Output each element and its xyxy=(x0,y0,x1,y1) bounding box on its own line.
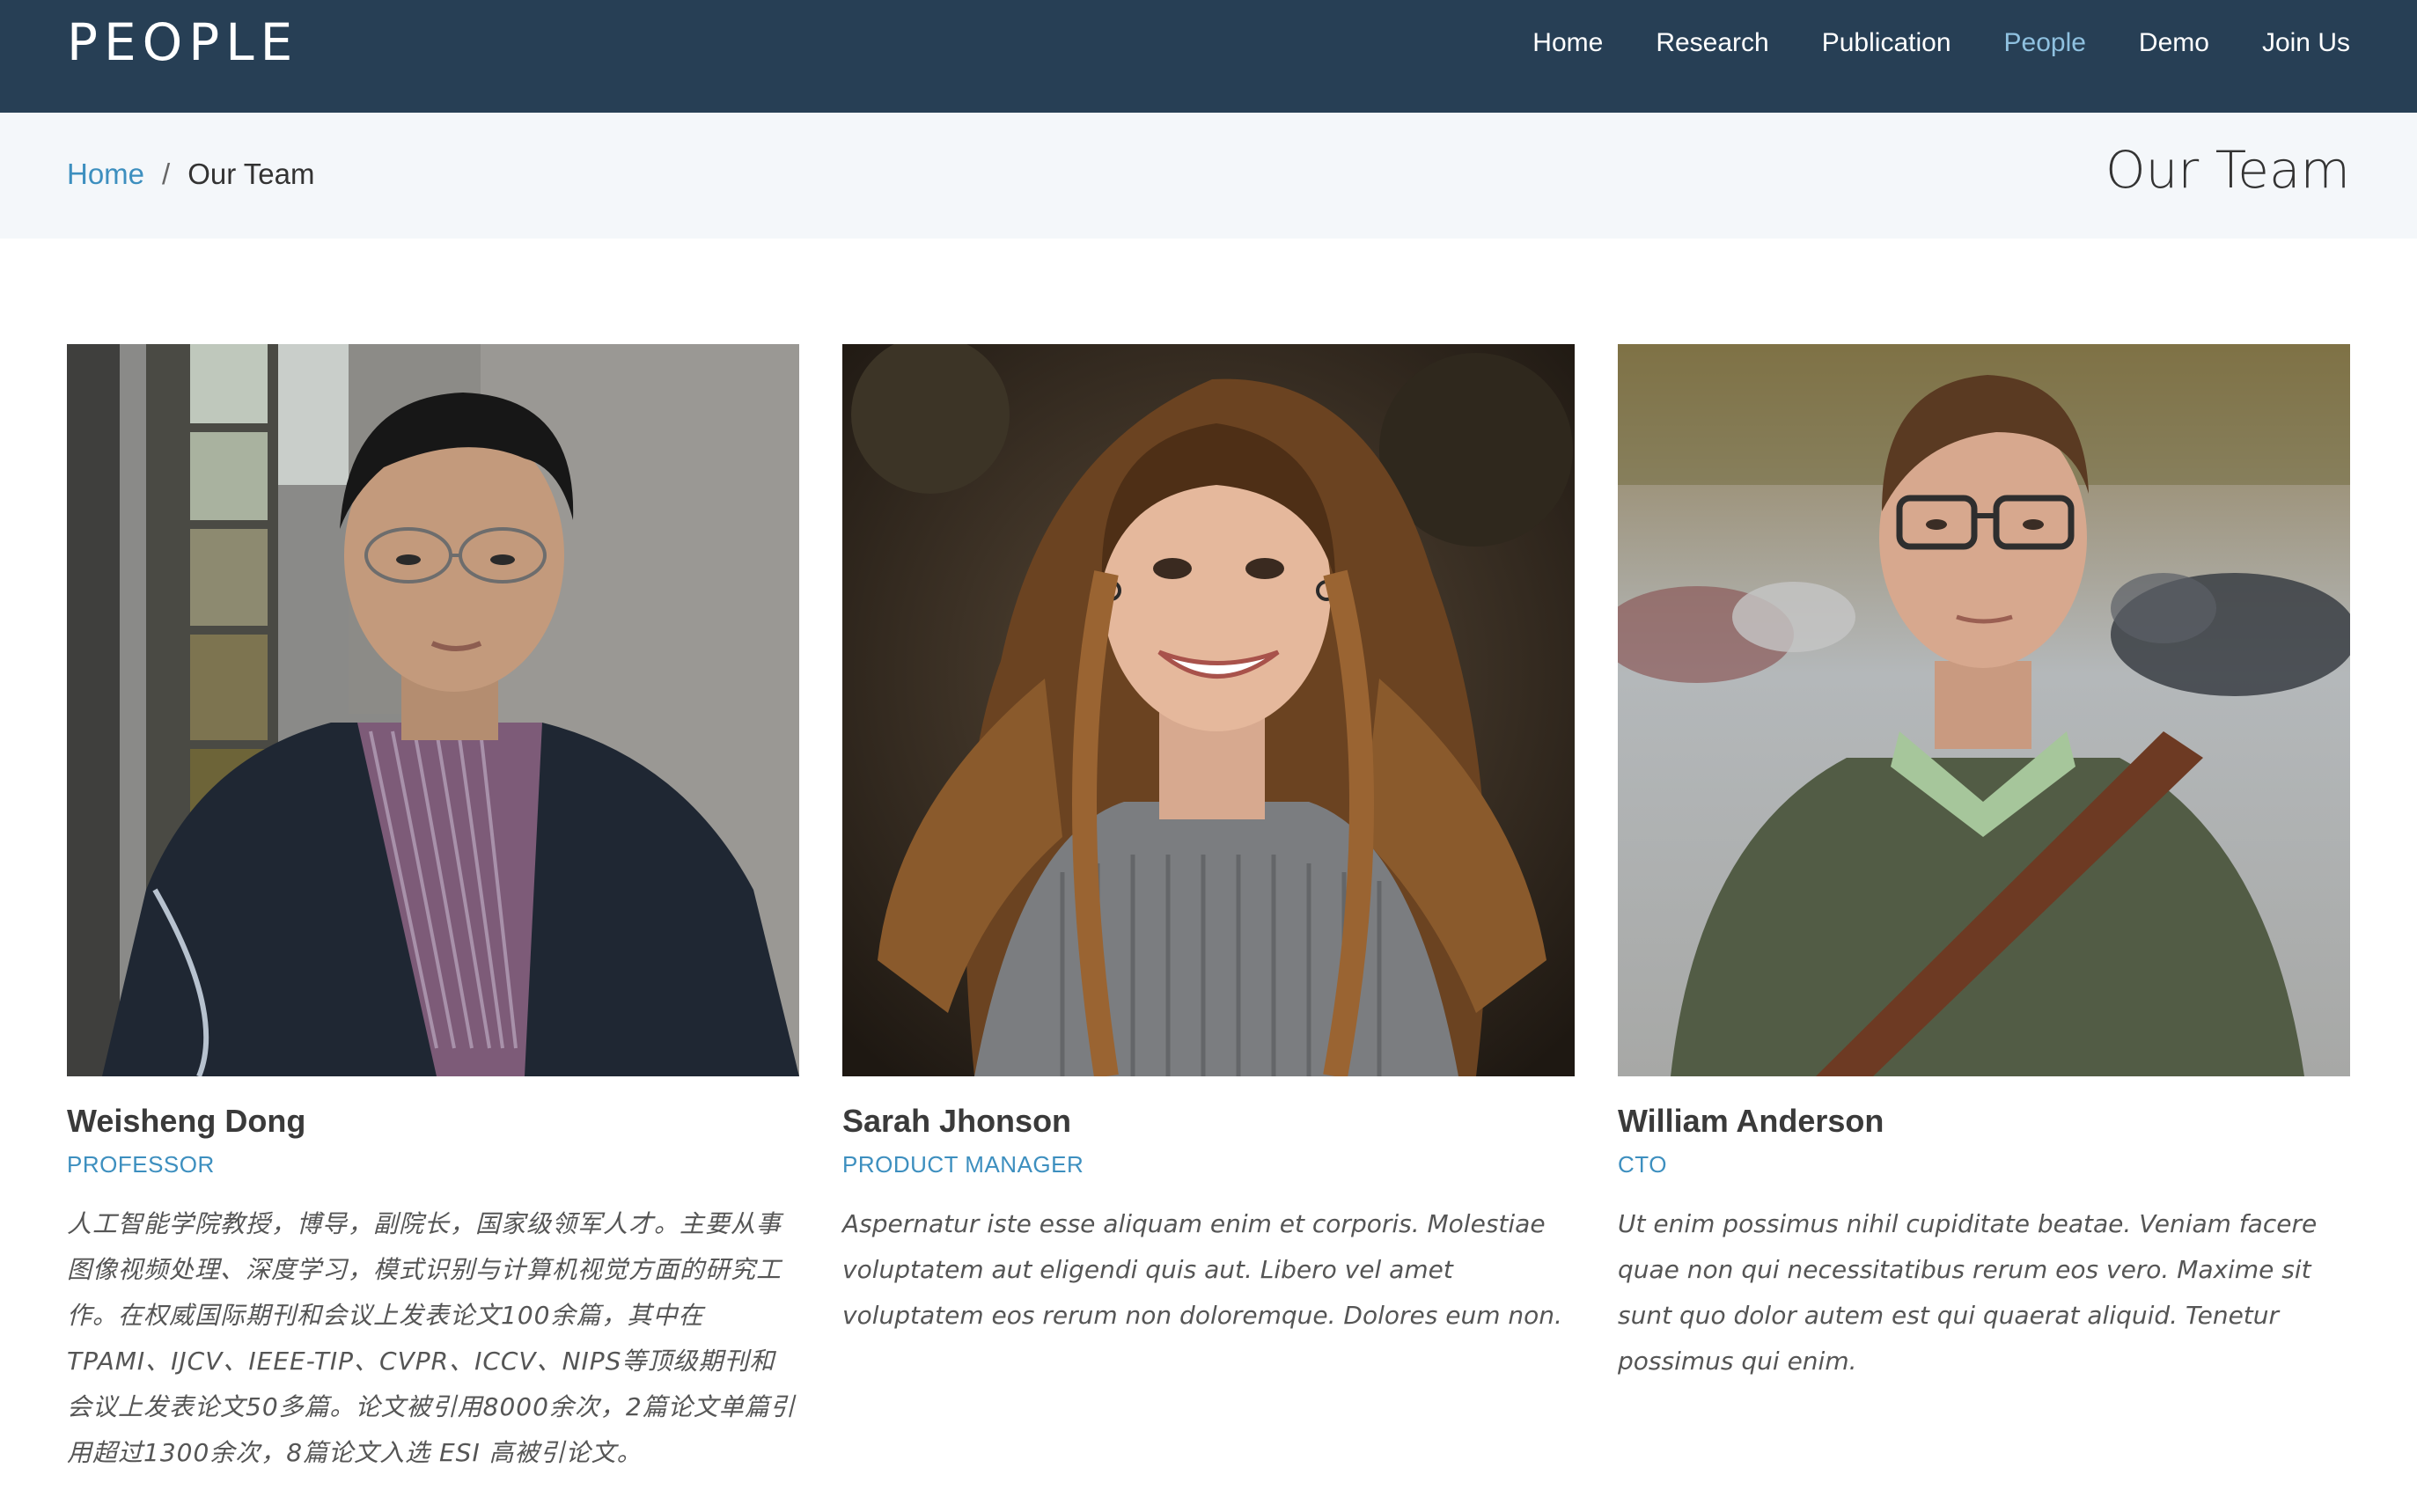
main-nav: Home Research Publication People Demo Jo… xyxy=(1480,23,2350,63)
member-role: Professor xyxy=(67,1151,215,1178)
breadcrumb-band: Home / Our Team Our Team xyxy=(0,113,2417,239)
member-photo-weisheng-dong xyxy=(67,344,799,1076)
member-photo-william-anderson xyxy=(1618,344,2350,1076)
page-title: Our Team xyxy=(2105,140,2350,200)
nav-publication[interactable]: Publication xyxy=(1822,23,1951,63)
member-name: William Anderson xyxy=(1618,1103,1884,1139)
team-member-card: Weisheng Dong Professor 人工智能学院教授，博导，副院长，… xyxy=(67,344,799,1476)
breadcrumb-separator: / xyxy=(162,158,171,190)
nav-join-us[interactable]: Join Us xyxy=(2262,23,2350,63)
member-photo xyxy=(842,344,1575,1076)
nav-home[interactable]: Home xyxy=(1532,23,1603,63)
breadcrumb-current: Our Team xyxy=(187,158,315,190)
member-photo-sarah-jhonson xyxy=(842,344,1575,1076)
member-bio: Aspernatur iste esse aliquam enim et cor… xyxy=(842,1209,1562,1330)
member-bio: Ut enim possimus nihil cupiditate beatae… xyxy=(1618,1209,2318,1376)
nav-research[interactable]: Research xyxy=(1656,23,1768,63)
breadcrumb-home-link[interactable]: Home xyxy=(67,158,144,190)
member-role: CTO xyxy=(1618,1151,1667,1178)
team-member-card: William Anderson CTO Ut enim possimus ni… xyxy=(1618,344,2350,1384)
top-navbar: PEOPLE Home Research Publication People … xyxy=(0,0,2417,113)
site-brand[interactable]: PEOPLE xyxy=(67,12,298,72)
member-photo xyxy=(1618,344,2350,1076)
member-bio: 人工智能学院教授，博导，副院长，国家级领军人才。主要从事图像视频处理、深度学习，… xyxy=(67,1209,796,1467)
member-name: Weisheng Dong xyxy=(67,1103,306,1139)
member-photo xyxy=(67,344,799,1076)
nav-demo[interactable]: Demo xyxy=(2139,23,2209,63)
breadcrumb: Home / Our Team xyxy=(67,155,314,194)
member-name: Sarah Jhonson xyxy=(842,1103,1072,1139)
member-role: Product Manager xyxy=(842,1151,1084,1178)
nav-people[interactable]: People xyxy=(2004,23,2086,63)
team-member-card: Sarah Jhonson Product Manager Aspernatur… xyxy=(842,344,1575,1339)
